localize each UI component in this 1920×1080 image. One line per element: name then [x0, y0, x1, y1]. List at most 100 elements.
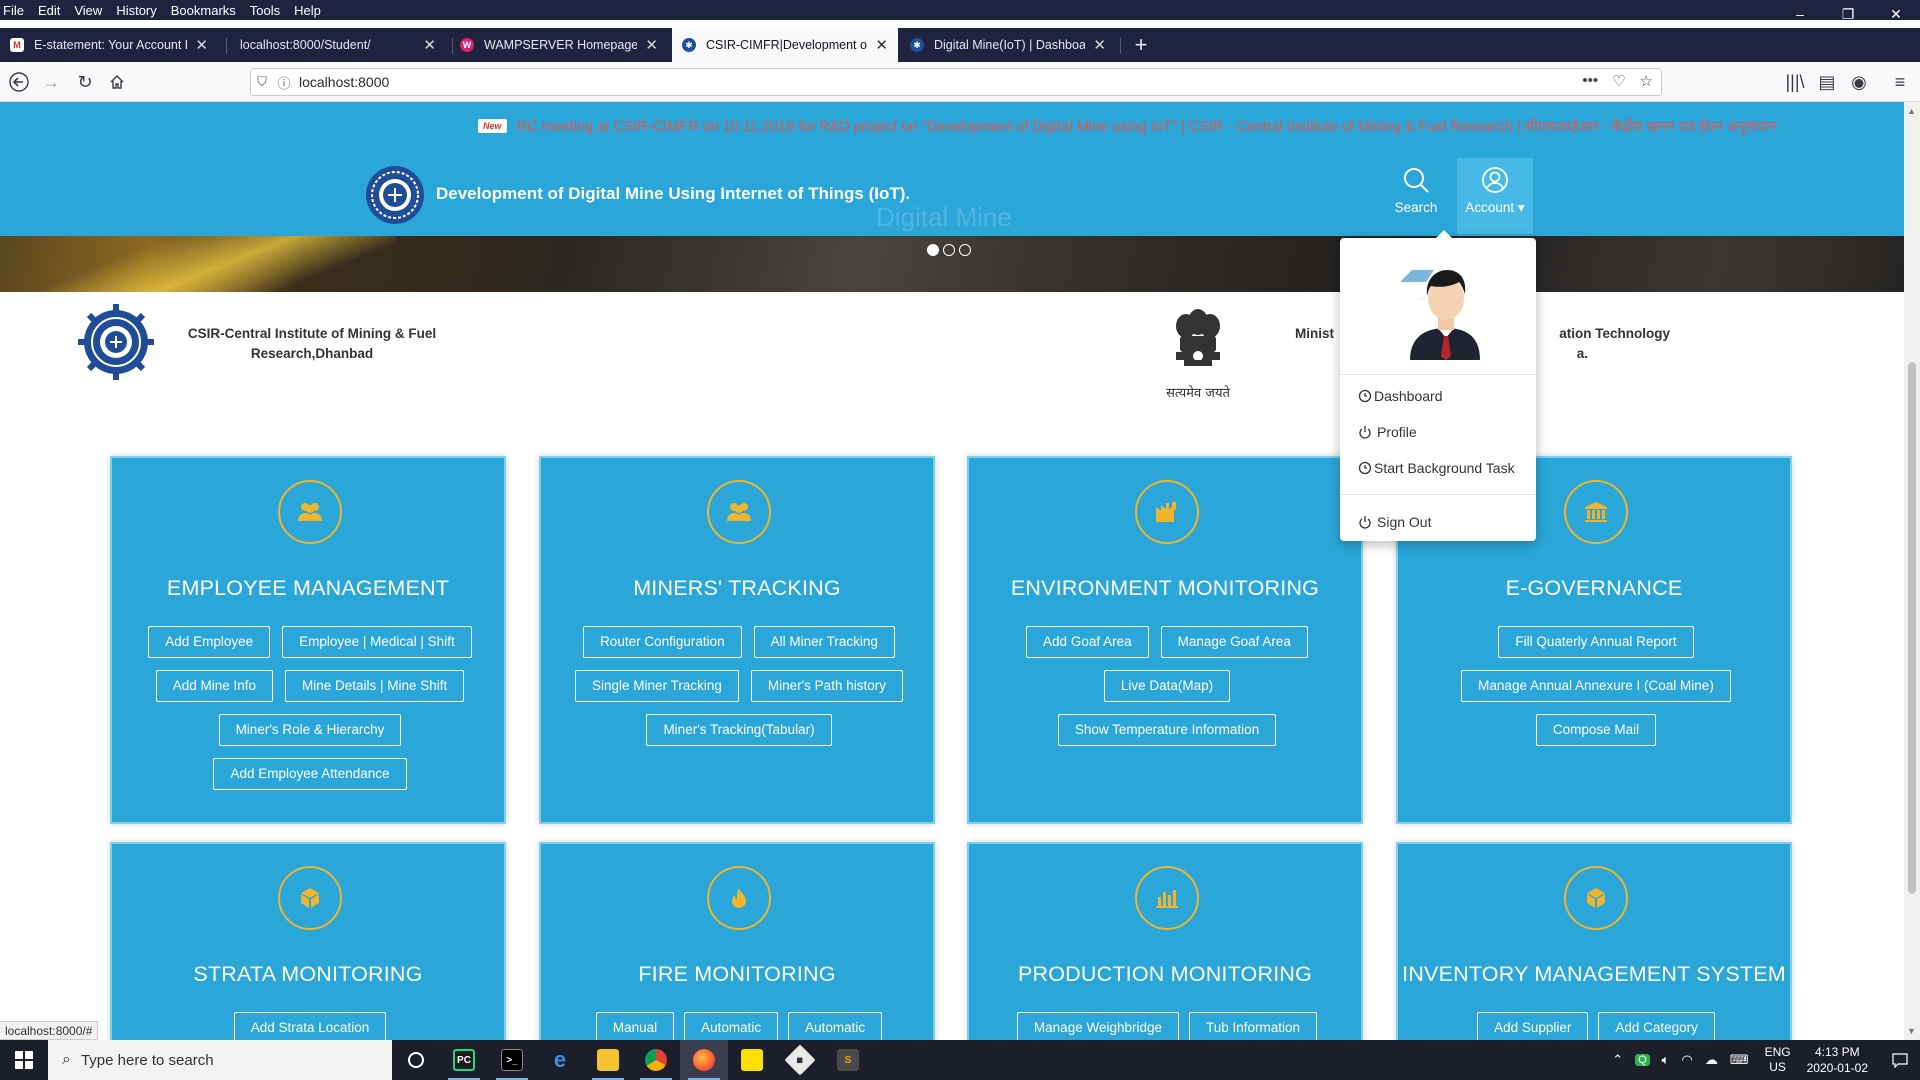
add-employee-button[interactable]: Add Employee: [148, 626, 271, 658]
automatic-fire-button[interactable]: Automatic: [684, 1012, 779, 1040]
menu-item-start-background-task[interactable]: Start Background Task: [1358, 460, 1515, 476]
forward-button[interactable]: →: [38, 70, 64, 94]
manage-goaf-area-button[interactable]: Manage Goaf Area: [1160, 626, 1308, 658]
tab-dashboard[interactable]: ✱ Digital Mine(IoT) | Dashboard ✕: [900, 28, 1116, 62]
close-tab-icon[interactable]: ✕: [1093, 36, 1106, 54]
tub-information-button[interactable]: Tub Information: [1189, 1012, 1318, 1040]
live-data-map-button[interactable]: Live Data(Map): [1103, 670, 1231, 702]
add-supplier-button[interactable]: Add Supplier: [1477, 1012, 1589, 1040]
manage-weighbridge-button[interactable]: Manage Weighbridge: [1016, 1012, 1180, 1040]
close-tab-icon[interactable]: ✕: [875, 36, 888, 54]
menu-file[interactable]: File: [0, 3, 31, 18]
language-indicator[interactable]: ENG US: [1765, 1045, 1791, 1075]
page-actions-icon[interactable]: •••: [1582, 72, 1598, 90]
router-configuration-button[interactable]: Router Configuration: [583, 626, 742, 658]
cortana-icon[interactable]: [392, 1040, 440, 1080]
quick-heal-icon[interactable]: Q: [1635, 1054, 1650, 1066]
slider-dot[interactable]: [943, 244, 955, 256]
reload-button[interactable]: ↻: [72, 70, 98, 94]
menu-view[interactable]: View: [67, 3, 109, 18]
notification-center-icon[interactable]: [1880, 1040, 1920, 1080]
address-bar[interactable]: ⛉ ⓘ localhost:8000 ••• ♡ ☆: [250, 68, 1662, 96]
scroll-down-icon[interactable]: ▼: [1907, 1026, 1916, 1036]
cloud-icon[interactable]: ☁︎: [1705, 1052, 1718, 1068]
url-text[interactable]: localhost:8000: [299, 74, 389, 90]
menu-bookmarks[interactable]: Bookmarks: [164, 3, 243, 18]
back-button[interactable]: [6, 70, 32, 94]
miners-tracking-tabular-button[interactable]: Miner's Tracking(Tabular): [646, 714, 832, 746]
taskbar-search-box[interactable]: ⌕ Type here to search: [48, 1040, 392, 1080]
slider-dot[interactable]: [959, 244, 971, 256]
pycharm-icon[interactable]: PC: [440, 1040, 488, 1080]
close-tab-icon[interactable]: ✕: [195, 36, 208, 54]
show-temperature-button[interactable]: Show Temperature Information: [1057, 714, 1277, 746]
tab-student[interactable]: localhost:8000/Student/ ✕: [230, 28, 446, 62]
chrome-icon[interactable]: [632, 1040, 680, 1080]
ticker-text[interactable]: RC meeting at CSIR-CIMFR on 10.11.2019 f…: [517, 116, 1777, 136]
employee-medical-shift-button[interactable]: Employee | Medical | Shift: [282, 626, 472, 658]
tray-expand-icon[interactable]: ⌃: [1612, 1052, 1623, 1068]
start-button[interactable]: [0, 1040, 48, 1080]
add-category-button[interactable]: Add Category: [1598, 1012, 1715, 1040]
add-strata-location-button[interactable]: Add Strata Location: [233, 1012, 387, 1040]
all-miner-tracking-button[interactable]: All Miner Tracking: [753, 626, 895, 658]
header-search-button[interactable]: Search: [1380, 158, 1452, 234]
pocket-icon[interactable]: ♡: [1612, 72, 1625, 90]
edge-icon[interactable]: e: [536, 1040, 584, 1080]
bookmark-star-icon[interactable]: ☆: [1640, 72, 1653, 90]
page-scrollbar[interactable]: ▲ ▼: [1904, 102, 1920, 1040]
restore-button[interactable]: ❐: [1824, 0, 1872, 28]
taskbar-clock[interactable]: 4:13 PM 2020-01-02: [1807, 1044, 1868, 1076]
tab-estatement[interactable]: M E-statement: Your Account Bal ✕: [0, 28, 218, 62]
slider-dot[interactable]: [927, 244, 939, 256]
compose-mail-button[interactable]: Compose Mail: [1535, 714, 1657, 746]
menu-item-profile[interactable]: Profile: [1358, 424, 1417, 440]
tab-wampserver[interactable]: W WAMPSERVER Homepage ✕: [450, 28, 668, 62]
sublime-text-icon[interactable]: S: [824, 1040, 872, 1080]
account-sync-icon[interactable]: ◉: [1846, 70, 1872, 94]
info-icon[interactable]: ⓘ: [273, 73, 295, 92]
close-window-button[interactable]: ✕: [1872, 0, 1920, 28]
fill-quarterly-report-button[interactable]: Fill Quaterly Annual Report: [1498, 626, 1694, 658]
manage-annual-annexure-button[interactable]: Manage Annual Annexure I (Coal Mine): [1461, 670, 1731, 702]
manual-fire-button[interactable]: Manual: [595, 1012, 675, 1040]
automatic-fire-button-2[interactable]: Automatic: [788, 1012, 883, 1040]
menu-help[interactable]: Help: [287, 3, 328, 18]
scroll-up-icon[interactable]: ▲: [1907, 106, 1916, 116]
miners-path-history-button[interactable]: Miner's Path history: [750, 670, 903, 702]
menu-tools[interactable]: Tools: [243, 3, 287, 18]
git-icon[interactable]: ◆: [776, 1040, 824, 1080]
volume-icon[interactable]: 🔈︎: [1662, 1052, 1670, 1068]
menu-item-dashboard[interactable]: Dashboard: [1358, 388, 1443, 404]
minimize-button[interactable]: –: [1776, 0, 1824, 28]
terminal-icon[interactable]: >_: [488, 1040, 536, 1080]
add-goaf-area-button[interactable]: Add Goaf Area: [1026, 626, 1149, 658]
firefox-icon[interactable]: [680, 1040, 728, 1080]
close-tab-icon[interactable]: ✕: [645, 36, 658, 54]
library-icon[interactable]: |||\: [1782, 70, 1808, 94]
site-title[interactable]: Development of Digital Mine Using Intern…: [436, 184, 916, 204]
scrollbar-thumb[interactable]: [1908, 362, 1916, 894]
header-account-button[interactable]: Account ▾: [1457, 158, 1533, 234]
mine-details-shift-button[interactable]: Mine Details | Mine Shift: [285, 670, 465, 702]
add-mine-info-button[interactable]: Add Mine Info: [155, 670, 273, 702]
tab-csir-active[interactable]: ✱ CSIR-CIMFR|Development of D ✕: [672, 28, 898, 62]
miners-role-hierarchy-button[interactable]: Miner's Role & Hierarchy: [218, 714, 402, 746]
news-ticker[interactable]: New RC meeting at CSIR-CIMFR on 10.11.20…: [478, 116, 1776, 136]
single-miner-tracking-button[interactable]: Single Miner Tracking: [575, 670, 739, 702]
add-employee-attendance-button[interactable]: Add Employee Attendance: [213, 758, 407, 790]
csir-logo-icon[interactable]: [364, 164, 426, 226]
menu-history[interactable]: History: [109, 3, 163, 18]
close-tab-icon[interactable]: ✕: [423, 36, 436, 54]
sticky-notes-icon[interactable]: [728, 1040, 776, 1080]
new-tab-button[interactable]: +: [1129, 28, 1153, 62]
shield-icon[interactable]: ⛉: [251, 74, 273, 90]
hamburger-menu-icon[interactable]: ≡: [1887, 70, 1913, 94]
keyboard-icon[interactable]: ⌨︎: [1730, 1052, 1749, 1068]
menu-item-sign-out[interactable]: Sign Out: [1358, 514, 1431, 530]
sidebar-icon[interactable]: ▤: [1814, 70, 1840, 94]
menu-edit[interactable]: Edit: [31, 3, 67, 18]
network-icon[interactable]: ◠: [1681, 1052, 1692, 1068]
home-button[interactable]: [104, 70, 130, 94]
file-explorer-icon[interactable]: [584, 1040, 632, 1080]
